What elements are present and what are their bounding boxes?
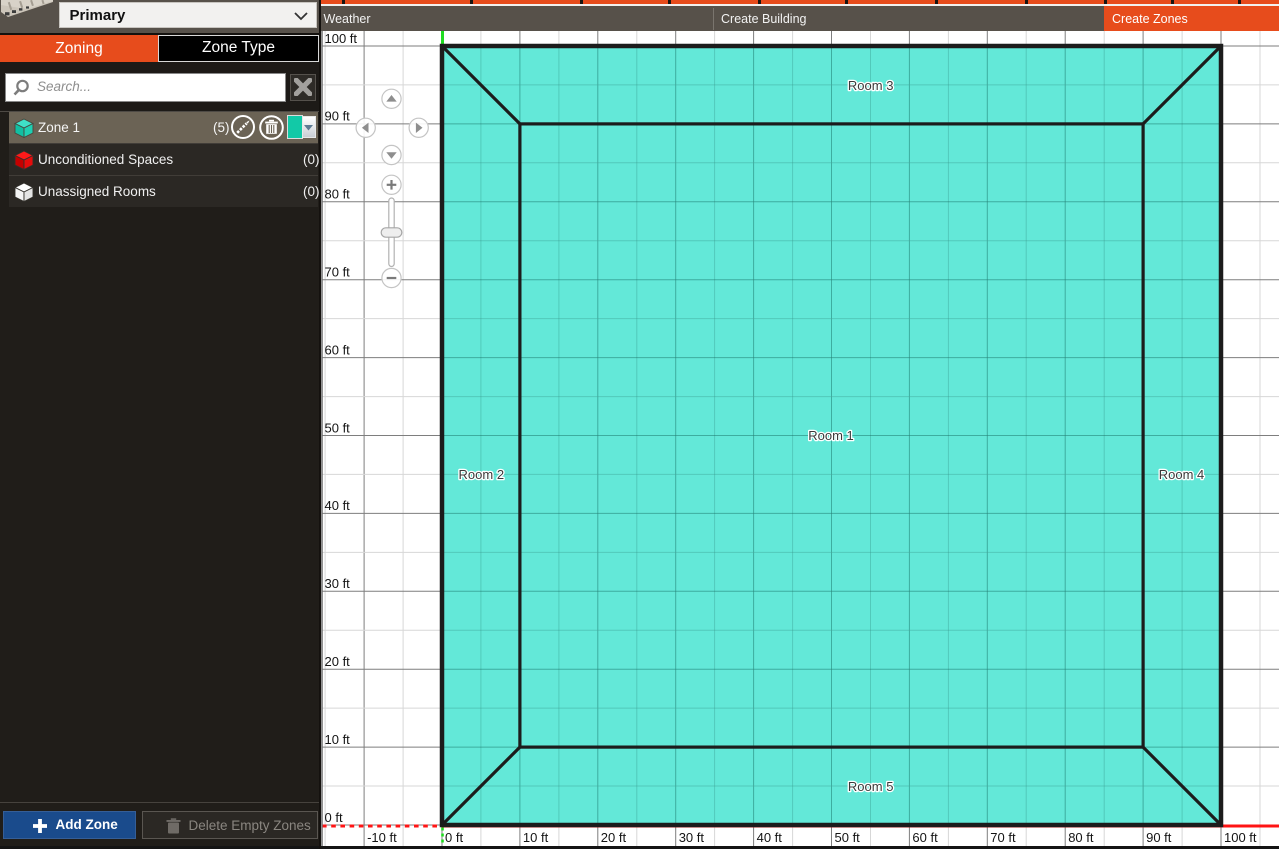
svg-text:Room 2: Room 2 bbox=[459, 467, 505, 482]
svg-text:30 ft: 30 ft bbox=[325, 576, 351, 591]
svg-text:40 ft: 40 ft bbox=[757, 830, 783, 845]
svg-text:80 ft: 80 ft bbox=[1068, 830, 1094, 845]
svg-text:-10 ft: -10 ft bbox=[367, 830, 397, 845]
svg-text:100 ft: 100 ft bbox=[1224, 830, 1257, 845]
svg-text:90 ft: 90 ft bbox=[1146, 830, 1172, 845]
svg-text:Room 4: Room 4 bbox=[1159, 467, 1205, 482]
svg-text:0 ft: 0 ft bbox=[445, 830, 463, 845]
svg-text:Room 5: Room 5 bbox=[848, 779, 894, 794]
svg-text:70 ft: 70 ft bbox=[325, 264, 351, 279]
svg-text:60 ft: 60 ft bbox=[325, 342, 351, 357]
svg-text:Room 3: Room 3 bbox=[848, 78, 894, 93]
svg-text:60 ft: 60 ft bbox=[912, 830, 938, 845]
svg-text:20 ft: 20 ft bbox=[325, 654, 351, 669]
svg-text:70 ft: 70 ft bbox=[990, 830, 1016, 845]
svg-text:80 ft: 80 ft bbox=[325, 186, 351, 201]
svg-text:40 ft: 40 ft bbox=[325, 498, 351, 513]
svg-text:50 ft: 50 ft bbox=[835, 830, 861, 845]
svg-text:90 ft: 90 ft bbox=[325, 108, 351, 123]
svg-text:50 ft: 50 ft bbox=[325, 420, 351, 435]
svg-text:10 ft: 10 ft bbox=[325, 731, 351, 746]
svg-text:30 ft: 30 ft bbox=[679, 830, 705, 845]
svg-text:100 ft: 100 ft bbox=[325, 31, 358, 46]
svg-text:20 ft: 20 ft bbox=[601, 830, 627, 845]
svg-text:10 ft: 10 ft bbox=[523, 830, 549, 845]
svg-text:0 ft: 0 ft bbox=[325, 809, 343, 824]
svg-text:Room 1: Room 1 bbox=[808, 428, 854, 443]
